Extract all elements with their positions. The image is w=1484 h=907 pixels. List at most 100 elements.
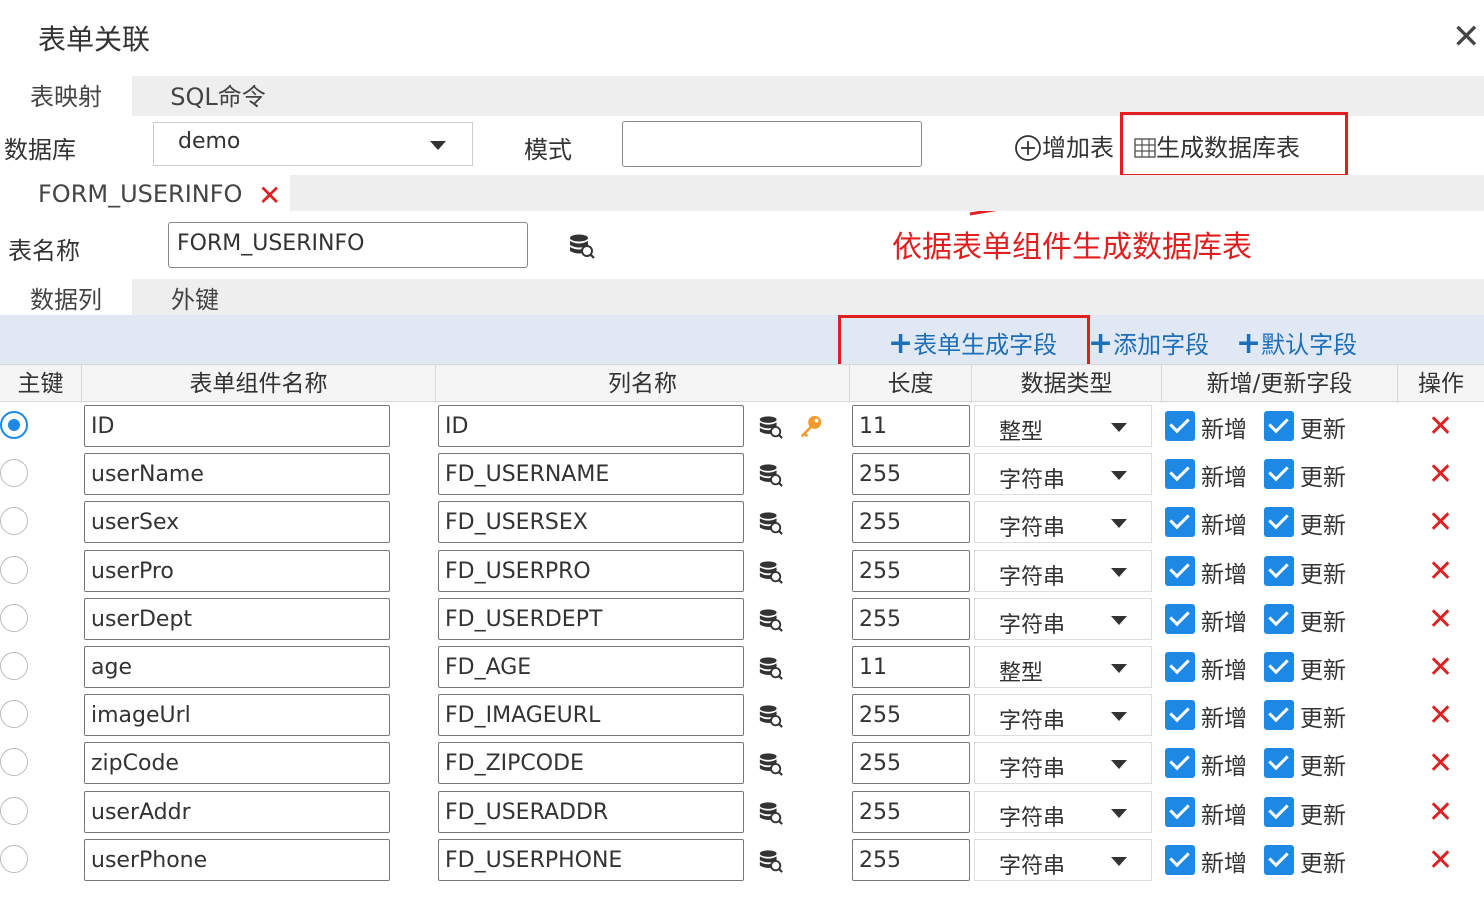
delete-icon[interactable]: ✕ xyxy=(1428,457,1453,492)
add-table-button[interactable]: 增加表 xyxy=(1014,128,1114,163)
data-type-select[interactable]: 字符串 xyxy=(974,838,1152,881)
insert-checkbox[interactable] xyxy=(1165,796,1195,827)
primary-key-radio[interactable] xyxy=(0,844,28,873)
database-search-icon[interactable] xyxy=(758,607,784,633)
insert-checkbox[interactable] xyxy=(1165,411,1195,441)
insert-checkbox[interactable] xyxy=(1165,507,1195,538)
default-field-button[interactable]: +默认字段 xyxy=(1236,325,1357,361)
close-tab-icon[interactable]: ✕ xyxy=(258,175,281,217)
database-search-icon[interactable] xyxy=(758,800,784,826)
length-input[interactable]: 255 xyxy=(852,694,970,737)
primary-key-radio[interactable] xyxy=(0,700,28,729)
insert-checkbox[interactable] xyxy=(1165,700,1195,731)
column-name-input[interactable]: FD_USERPRO xyxy=(438,549,744,592)
insert-checkbox[interactable] xyxy=(1165,844,1195,875)
database-search-icon[interactable] xyxy=(758,751,784,777)
database-search-icon[interactable] xyxy=(758,848,784,874)
column-name-input[interactable]: FD_USERSEX xyxy=(438,501,744,544)
component-name-input[interactable]: ID xyxy=(84,405,390,447)
component-name-input[interactable]: age xyxy=(84,646,390,688)
primary-key-radio[interactable] xyxy=(0,507,28,536)
delete-icon[interactable]: ✕ xyxy=(1428,602,1453,637)
tab-table-mapping[interactable]: 表映射 xyxy=(0,76,132,116)
database-select[interactable]: demo xyxy=(153,122,473,166)
delete-icon[interactable]: ✕ xyxy=(1428,554,1453,589)
delete-icon[interactable]: ✕ xyxy=(1428,843,1453,878)
column-name-input[interactable]: FD_AGE xyxy=(438,646,744,688)
length-input[interactable]: 255 xyxy=(852,790,970,833)
length-input[interactable]: 11 xyxy=(852,646,970,688)
data-type-select[interactable]: 整型 xyxy=(974,646,1152,688)
length-input[interactable]: 255 xyxy=(852,549,970,592)
data-type-select[interactable]: 字符串 xyxy=(974,597,1152,640)
length-input[interactable]: 255 xyxy=(852,453,970,496)
add-field-button[interactable]: +添加字段 xyxy=(1088,325,1209,361)
delete-icon[interactable]: ✕ xyxy=(1428,698,1453,733)
update-checkbox[interactable] xyxy=(1264,555,1294,586)
delete-icon[interactable]: ✕ xyxy=(1428,795,1453,830)
database-search-icon[interactable] xyxy=(758,462,784,488)
column-name-input[interactable]: FD_USERADDR xyxy=(438,790,744,833)
column-name-input[interactable]: FD_USERPHONE xyxy=(438,838,744,881)
update-checkbox[interactable] xyxy=(1264,411,1294,441)
column-name-input[interactable]: FD_ZIPCODE xyxy=(438,742,744,785)
close-icon[interactable]: ✕ xyxy=(1452,20,1481,54)
update-checkbox[interactable] xyxy=(1264,603,1294,634)
component-name-input[interactable]: userDept xyxy=(84,597,390,640)
insert-checkbox[interactable] xyxy=(1165,748,1195,779)
delete-icon[interactable]: ✕ xyxy=(1428,746,1453,781)
insert-checkbox[interactable] xyxy=(1165,555,1195,586)
database-search-icon[interactable] xyxy=(758,414,784,440)
update-checkbox[interactable] xyxy=(1264,652,1294,682)
primary-key-radio[interactable] xyxy=(0,411,28,439)
primary-key-radio[interactable] xyxy=(0,603,28,632)
data-type-select[interactable]: 字符串 xyxy=(974,501,1152,544)
database-search-icon[interactable] xyxy=(758,655,784,681)
data-type-select[interactable]: 字符串 xyxy=(974,694,1152,737)
primary-key-radio[interactable] xyxy=(0,748,28,777)
insert-checkbox[interactable] xyxy=(1165,603,1195,634)
delete-icon[interactable]: ✕ xyxy=(1428,409,1453,444)
update-checkbox[interactable] xyxy=(1264,844,1294,875)
update-checkbox[interactable] xyxy=(1264,507,1294,538)
component-name-input[interactable]: zipCode xyxy=(84,742,390,785)
primary-key-radio[interactable] xyxy=(0,796,28,825)
data-type-select[interactable]: 字符串 xyxy=(974,453,1152,496)
tab-foreign-keys[interactable]: 外键 xyxy=(150,279,240,319)
generate-db-table-button[interactable]: 生成数据库表 xyxy=(1134,128,1300,163)
length-input[interactable]: 255 xyxy=(852,501,970,544)
update-checkbox[interactable] xyxy=(1264,748,1294,779)
component-name-input[interactable]: userSex xyxy=(84,501,390,544)
database-search-icon[interactable] xyxy=(758,510,784,536)
delete-icon[interactable]: ✕ xyxy=(1428,505,1453,540)
component-name-input[interactable]: imageUrl xyxy=(84,694,390,737)
table-name-input[interactable]: FORM_USERINFO xyxy=(168,222,528,268)
form-generate-fields-button[interactable]: +表单生成字段 xyxy=(888,325,1057,361)
tab-data-columns[interactable]: 数据列 xyxy=(0,279,132,319)
component-name-input[interactable]: userPro xyxy=(84,549,390,592)
component-name-input[interactable]: userPhone xyxy=(84,838,390,881)
tab-sql-command[interactable]: SQL命令 xyxy=(148,76,288,116)
primary-key-radio[interactable] xyxy=(0,459,28,488)
primary-key-radio[interactable] xyxy=(0,652,28,680)
column-name-input[interactable]: FD_USERDEPT xyxy=(438,597,744,640)
database-search-icon[interactable] xyxy=(568,232,596,260)
insert-checkbox[interactable] xyxy=(1165,459,1195,490)
length-input[interactable]: 255 xyxy=(852,838,970,881)
length-input[interactable]: 255 xyxy=(852,597,970,640)
data-type-select[interactable]: 字符串 xyxy=(974,549,1152,592)
database-search-icon[interactable] xyxy=(758,559,784,585)
data-type-select[interactable]: 字符串 xyxy=(974,742,1152,785)
insert-checkbox[interactable] xyxy=(1165,652,1195,682)
column-name-input[interactable]: FD_IMAGEURL xyxy=(438,694,744,737)
update-checkbox[interactable] xyxy=(1264,459,1294,490)
update-checkbox[interactable] xyxy=(1264,700,1294,731)
length-input[interactable]: 255 xyxy=(852,742,970,785)
data-type-select[interactable]: 字符串 xyxy=(974,790,1152,833)
primary-key-radio[interactable] xyxy=(0,555,28,584)
database-search-icon[interactable] xyxy=(758,703,784,729)
column-name-input[interactable]: ID xyxy=(438,405,744,447)
delete-icon[interactable]: ✕ xyxy=(1428,650,1453,685)
column-name-input[interactable]: FD_USERNAME xyxy=(438,453,744,496)
length-input[interactable]: 11 xyxy=(852,405,970,447)
